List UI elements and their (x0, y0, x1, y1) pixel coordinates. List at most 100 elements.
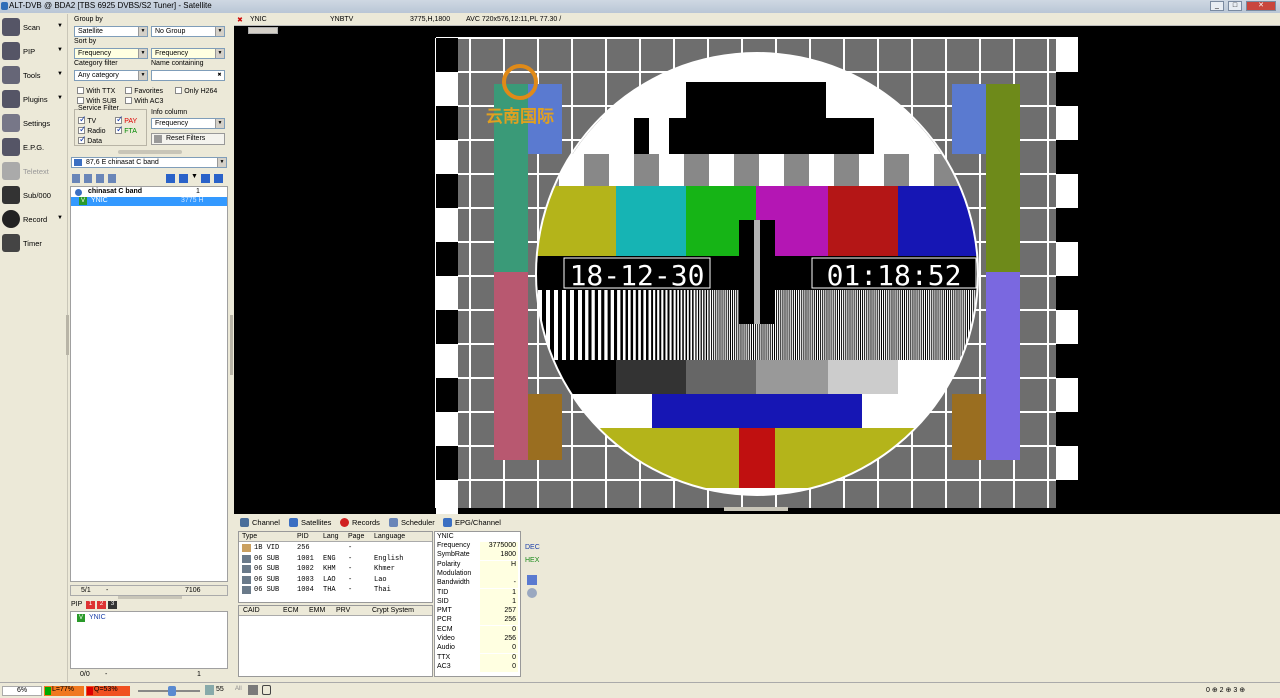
close-button[interactable]: ✕ (1246, 1, 1276, 11)
tool-record[interactable]: Record ▼ (0, 208, 68, 230)
volume-slider[interactable] (138, 686, 200, 696)
minimize-button[interactable]: _ (1210, 1, 1224, 11)
group-by-select[interactable]: Satellite ▼ (74, 26, 148, 37)
pen-icon[interactable] (248, 685, 258, 695)
nav-left-icon[interactable] (166, 174, 175, 183)
signal-icon (45, 687, 51, 695)
service-filter-label: Service Filter (78, 105, 119, 112)
tab-epg-channel[interactable]: EPG/Channel (443, 516, 501, 529)
pid-table-row[interactable]: 06 SUB 1003 LAO - Lao (239, 575, 432, 586)
splitter-left[interactable] (66, 315, 69, 355)
name-filter-input[interactable]: ✖ (151, 70, 225, 81)
pid-table[interactable]: Type PID Lang Page Language 1B VID 256-06… (238, 531, 433, 603)
pip-list[interactable]: V YNIC (70, 611, 228, 669)
with-sub-checkbox[interactable]: With SUB (77, 96, 117, 105)
pip-tab-2[interactable]: 2 (97, 601, 106, 609)
info-row: Polarity H (435, 560, 520, 570)
sort-icon[interactable] (108, 174, 116, 183)
splitter-handle-2[interactable] (118, 596, 182, 599)
favorites-checkbox[interactable]: Favorites (125, 86, 163, 95)
sort-by-select[interactable]: Frequency ▼ (74, 48, 148, 59)
search-icon[interactable] (527, 588, 537, 598)
pid-table-row[interactable]: 06 SUB 1004 THA - Thai (239, 585, 432, 596)
speaker-icon[interactable] (205, 685, 214, 695)
group-row[interactable]: chinasat C band 1 (71, 188, 227, 197)
with-ac3-checkbox[interactable]: With AC3 (125, 96, 163, 105)
video-seek-handle[interactable] (248, 27, 278, 34)
tool-pip[interactable]: PIP ▼ (0, 40, 68, 62)
tab-records[interactable]: Records (340, 516, 380, 529)
splitter-handle[interactable] (118, 150, 182, 154)
pip-tab-1[interactable]: 1 (86, 601, 95, 609)
tool-label: Teletext (23, 166, 49, 176)
video-area[interactable]: 18-12-30 01:18:52 云南国际 (234, 14, 1280, 514)
status-bar: 6% L=77% Q=53% 55 All 0 ⊕ 2 ⊕ 3 ⊕ (0, 682, 1280, 698)
data-checkbox[interactable]: Data (78, 136, 102, 145)
info-column-select[interactable]: Frequency ▼ (151, 118, 225, 129)
pip-tab-3[interactable]: 3 (108, 601, 117, 609)
tab-satellites[interactable]: Satellites (289, 516, 331, 529)
tool-label: Sub/000 (23, 190, 51, 200)
move-down-icon[interactable] (84, 174, 92, 183)
list-view-icon[interactable] (72, 174, 80, 183)
dropdown-arrow-icon[interactable]: ▼ (57, 215, 63, 221)
dropdown-arrow-icon[interactable]: ▼ (57, 95, 63, 101)
tool-settings[interactable]: Settings (0, 112, 68, 134)
pid-table-row[interactable]: 06 SUB 1001 ENG - English (239, 554, 432, 565)
pid-table-row[interactable]: 1B VID 256 - (239, 543, 432, 554)
splitter-bottom[interactable] (724, 507, 788, 511)
group-by-secondary-select[interactable]: No Group ▼ (151, 26, 225, 37)
tool-label: PIP (23, 46, 36, 56)
dec-button[interactable]: DEC (525, 544, 540, 551)
splitter-mid[interactable] (230, 315, 233, 375)
tool-e-p-g-[interactable]: E.P.G. (0, 136, 68, 158)
pip-icon (2, 42, 20, 60)
tab-scheduler[interactable]: Scheduler (389, 516, 435, 529)
tool-plugins[interactable]: Plugins ▼ (0, 88, 68, 110)
satellite-select[interactable]: 87,6 E chinasat C band ▼ (71, 157, 227, 168)
dropdown-arrow-icon[interactable]: ▼ (57, 71, 63, 77)
channel-row-selected[interactable]: V YNIC 3775 H (71, 197, 227, 206)
info-title: YNIC (437, 533, 454, 540)
nav-right-icon[interactable] (179, 174, 188, 183)
pid-cell-type: 06 SUB (254, 565, 280, 573)
info-key: Modulation (437, 569, 472, 577)
hex-button[interactable]: HEX (525, 557, 539, 564)
lock-icon[interactable] (262, 685, 271, 695)
dropdown-arrow-icon[interactable]: ▼ (57, 23, 63, 29)
ca-table[interactable]: CAID ECM EMM PRV Crypt System (238, 605, 433, 677)
sort-by-secondary-select[interactable]: Frequency ▼ (151, 48, 225, 59)
zoom-controls[interactable]: 0 ⊕ 2 ⊕ 3 ⊕ (1206, 686, 1245, 694)
volume-thumb[interactable] (168, 686, 176, 696)
only-h264-checkbox[interactable]: Only H264 (175, 86, 217, 95)
edit-icon[interactable] (527, 575, 537, 585)
with-ttx-checkbox[interactable]: With TTX (77, 86, 115, 95)
reset-filters-button[interactable]: Reset Filters (151, 133, 225, 145)
pid-table-row[interactable]: 06 SUB 1002 KHM - Khmer (239, 564, 432, 575)
info-key: Audio (437, 644, 455, 652)
dropdown-icon[interactable]: ▼ (191, 173, 198, 180)
pid-cell-type: 06 SUB (254, 575, 280, 584)
fta-checkbox[interactable]: FTA (115, 126, 137, 135)
collapse-icon[interactable] (214, 174, 223, 183)
pip-channel-name[interactable]: YNIC (89, 614, 106, 621)
tab-channel[interactable]: Channel (240, 516, 280, 529)
expand-icon[interactable] (201, 174, 210, 183)
tool-tools[interactable]: Tools ▼ (0, 64, 68, 86)
video-stream-icon (242, 544, 251, 552)
move-up-icon[interactable] (96, 174, 104, 183)
channel-list[interactable]: chinasat C band 1 V YNIC 3775 H (70, 186, 228, 582)
tool-scan[interactable]: Scan ▼ (0, 16, 68, 38)
tool-sub-000[interactable]: Sub/000 (0, 184, 68, 206)
tool-label: Plugins (23, 94, 48, 104)
category-select[interactable]: Any category ▼ (74, 70, 148, 81)
dropdown-arrow-icon[interactable]: ▼ (57, 47, 63, 53)
tool-teletext[interactable]: Teletext (0, 160, 68, 182)
channel-name: YNIC (91, 197, 108, 204)
close-video-icon[interactable]: ✖ (237, 16, 243, 24)
tool-timer[interactable]: Timer (0, 232, 68, 254)
scheduler-tab-icon (389, 518, 398, 527)
sort-by-label: Sort by (74, 38, 97, 45)
pid-cell-page: - (348, 554, 353, 563)
maximize-button[interactable]: □ (1228, 1, 1242, 11)
